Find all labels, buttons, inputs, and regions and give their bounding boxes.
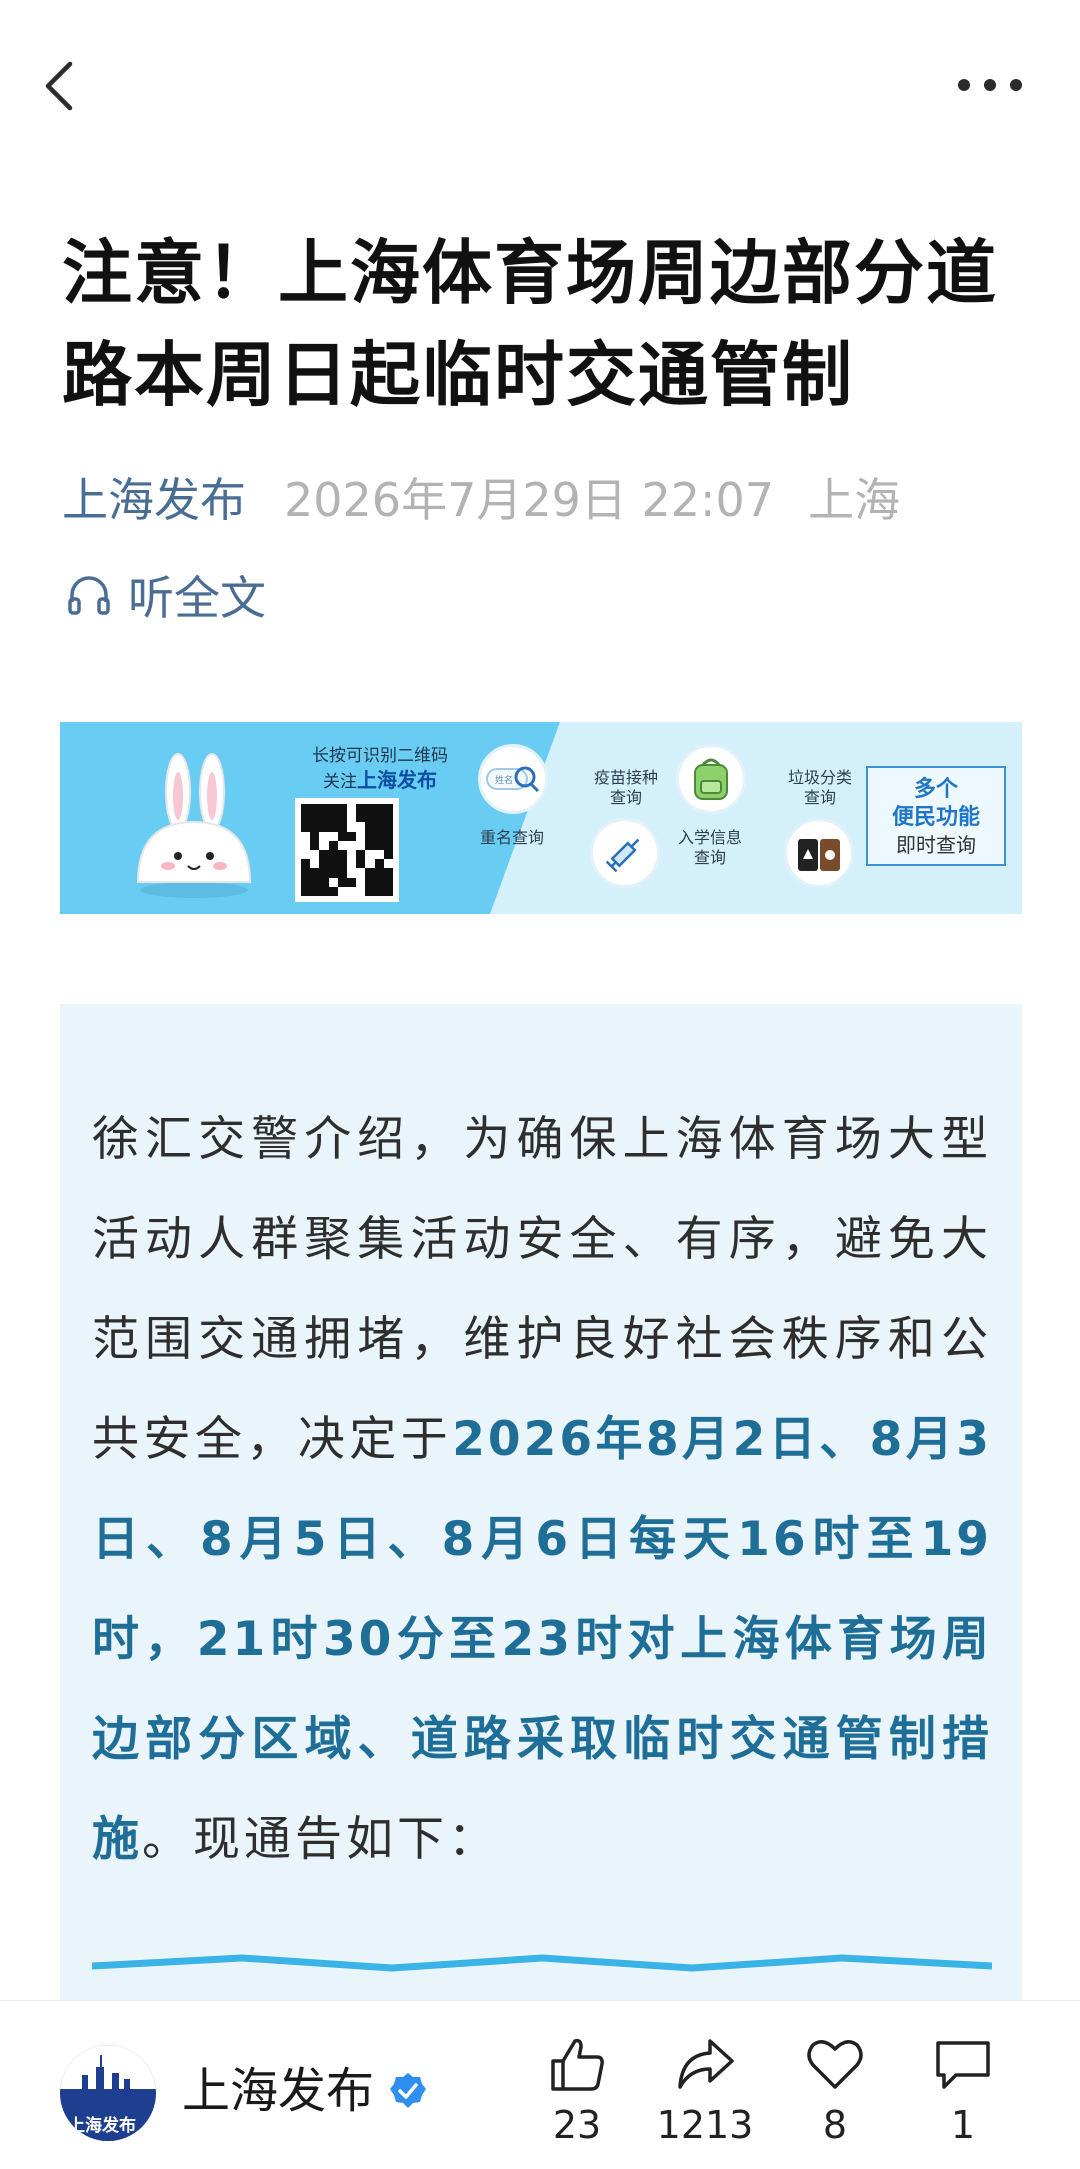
publish-location: 上海 <box>808 473 901 527</box>
name-check-label: 重名查询 <box>479 828 544 847</box>
name-check-icon[interactable]: 姓名 <box>478 744 548 814</box>
qr-code[interactable] <box>295 798 399 902</box>
thumbs-up-icon <box>551 2038 604 2091</box>
listen-full-text-button[interactable]: 听全文 <box>66 560 266 630</box>
more-options-button[interactable] <box>958 70 1028 100</box>
favorite-count: 8 <box>822 2103 848 2147</box>
vaccine-label: 疫苗接种 查询 <box>593 768 658 807</box>
svg-text:上海发布: 上海发布 <box>68 2115 136 2136</box>
banner-tagline: 长按可识别二维码 关注上海发布 <box>312 746 448 792</box>
vaccine-syringe-icon[interactable] <box>590 818 660 888</box>
favorite-button[interactable]: 8 <box>780 2035 890 2149</box>
like-count: 23 <box>552 2103 602 2147</box>
verified-badge-icon <box>390 2073 426 2108</box>
wave-divider <box>92 1954 992 1972</box>
account-name[interactable]: 上海发布 <box>182 2061 374 2121</box>
school-bag-icon[interactable] <box>676 744 746 814</box>
headphones-icon <box>68 576 110 615</box>
share-button[interactable]: 1213 <box>650 2035 760 2149</box>
top-bar <box>0 0 1080 170</box>
more-dots-icon <box>958 79 970 91</box>
comment-count: 1 <box>950 2103 976 2147</box>
article-paragraph: 徐汇交警介绍，为确保上海体育场大型活动人群聚集活动安全、有序，避免大范围交通拥堵… <box>92 1112 993 1867</box>
article-meta: 上海发布 2026年7月29日 22:07 上海 <box>62 462 1042 532</box>
garbage-bins-icon[interactable] <box>784 818 854 888</box>
bottom-action-bar: 上海发布 上海发布 23 1213 8 1 <box>0 2000 1080 2169</box>
back-chevron-icon <box>45 61 73 111</box>
promo-banner[interactable]: 长按可识别二维码 关注上海发布 姓名 重名查询 疫苗接种 查询 入学信息 查询 … <box>60 722 1022 914</box>
skyline-logo-icon: 上海发布 <box>60 2045 156 2141</box>
publish-date: 2026年7月29日 22:07 <box>284 473 775 527</box>
like-button[interactable]: 23 <box>522 2035 632 2149</box>
article-title: 注意！上海体育场周边部分道路本周日起临时交通管制 <box>62 232 998 416</box>
avatar[interactable]: 上海发布 <box>60 2045 156 2141</box>
school-info-label: 入学信息 查询 <box>677 828 742 867</box>
comment-button[interactable]: 1 <box>908 2035 1018 2149</box>
comment-bubble-icon <box>936 2041 990 2089</box>
heart-icon <box>807 2040 863 2089</box>
article-content: 徐汇交警介绍，为确保上海体育场大型活动人群聚集活动安全、有序，避免大范围交通拥堵… <box>60 1004 1022 2004</box>
convenience-functions-box[interactable]: 多个 便民功能 即时查询 <box>866 766 1006 866</box>
share-count: 1213 <box>656 2103 754 2147</box>
share-arrow-icon <box>678 2039 734 2089</box>
back-button[interactable] <box>38 58 82 114</box>
svg-text:姓名: 姓名 <box>495 774 513 786</box>
listen-label: 听全文 <box>128 571 266 625</box>
highlighted-text: 2026年8月2日、8月3日、8月5日、8月6日每天16时至19时，21时30分… <box>92 1412 993 1867</box>
rabbit-mascot-icon <box>136 753 252 898</box>
garbage-sort-label: 垃圾分类 查询 <box>787 768 852 807</box>
author-link[interactable]: 上海发布 <box>62 464 246 530</box>
article-page: 注意！上海体育场周边部分道路本周日起临时交通管制 上海发布 2026年7月29日… <box>0 0 1080 2169</box>
